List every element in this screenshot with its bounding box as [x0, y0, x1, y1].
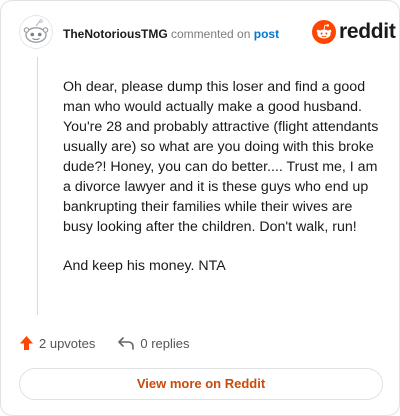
reddit-wordmark: reddit: [339, 20, 396, 43]
reply-count: 0 replies: [140, 335, 190, 351]
embedded-comment-card: TheNotoriousTMG commented on post reddit…: [0, 0, 400, 416]
commented-on-text: commented on: [171, 27, 251, 41]
reply-arrow-icon: [118, 337, 135, 350]
reddit-logo[interactable]: reddit: [312, 20, 396, 44]
view-more-button[interactable]: View more on Reddit: [19, 368, 383, 400]
comment-actions: 2 upvotes 0 replies: [19, 335, 190, 351]
upvote-button[interactable]: 2 upvotes: [19, 335, 95, 351]
upvote-count: 2 upvotes: [39, 335, 96, 351]
username-link[interactable]: TheNotoriousTMG: [63, 27, 168, 41]
comment-paragraph: Oh dear, please dump this loser and find…: [63, 79, 379, 235]
comment-body: Oh dear, please dump this loser and find…: [63, 77, 385, 295]
user-avatar[interactable]: [19, 15, 53, 49]
reddit-logo-icon: [312, 20, 336, 44]
upvote-arrow-icon: [20, 336, 33, 350]
comment-header: TheNotoriousTMG commented on post: [63, 26, 279, 42]
replies-button[interactable]: 0 replies: [117, 335, 190, 351]
post-link[interactable]: post: [254, 27, 279, 41]
thread-line: [37, 57, 38, 315]
comment-paragraph: And keep his money. NTA: [63, 258, 226, 274]
